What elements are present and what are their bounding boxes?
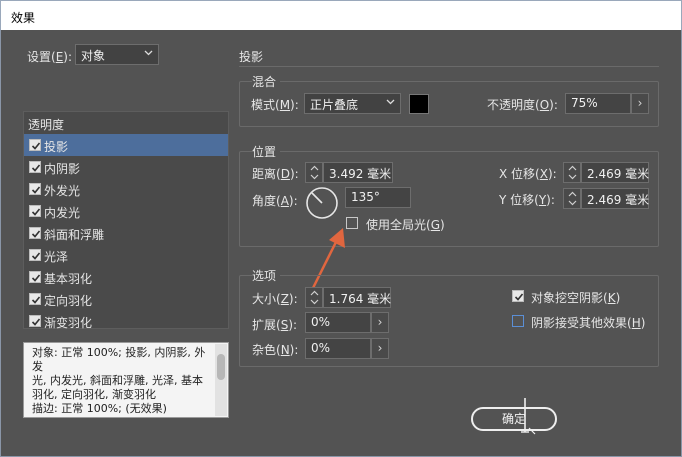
effects-dialog: 设置(E): 对象 透明度 投影 内阴影 外发光 内发光 斜面和浮雕 光泽 基本… (0, 30, 682, 457)
text-cursor-icon (521, 398, 536, 435)
effects-list: 透明度 投影 内阴影 外发光 内发光 斜面和浮雕 光泽 基本羽化 定向羽化 渐变… (23, 111, 229, 332)
checkbox[interactable] (29, 205, 41, 217)
distance-label: 距离(D): (252, 167, 299, 181)
chevron-right-icon: › (377, 341, 383, 355)
list-item-bevel-emboss[interactable]: 斜面和浮雕 (24, 222, 228, 244)
summary-scrollbar[interactable] (215, 344, 227, 416)
summary-line: 羽化, 定向羽化, 渐变羽化 (32, 388, 156, 401)
chevron-right-icon: › (377, 315, 383, 329)
chevron-down-icon (144, 50, 153, 56)
spread-popup-button[interactable]: › (371, 312, 389, 333)
settings-label: 设置(E): (27, 50, 73, 64)
list-item-inner-shadow[interactable]: 内阴影 (24, 156, 228, 178)
y-offset-field[interactable]: 2.469 毫米 (581, 188, 649, 209)
size-label: 大小(Z): (252, 292, 298, 306)
opacity-field[interactable]: 75% (565, 93, 631, 114)
shadow-color-swatch[interactable] (409, 94, 429, 114)
checkmark-icon (514, 293, 524, 301)
honor-effects-label[interactable]: 阴影接受其他效果(H) (531, 314, 645, 331)
checkbox[interactable] (29, 183, 41, 195)
spread-label: 扩展(S): (252, 318, 298, 332)
checkbox[interactable] (29, 227, 41, 239)
chevron-down-icon (386, 99, 395, 105)
position-group-title: 位置 (252, 143, 281, 160)
knockout-checkbox[interactable] (512, 290, 524, 302)
noise-label: 杂色(N): (252, 343, 299, 357)
blend-mode-select[interactable]: 正片叠底 (304, 93, 401, 114)
list-item-basic-feather[interactable]: 基本羽化 (24, 266, 228, 288)
checkbox[interactable] (29, 139, 41, 151)
list-item-gradient-feather[interactable]: 渐变羽化 (24, 310, 228, 332)
checkbox[interactable] (29, 249, 41, 261)
settings-select[interactable]: 对象 (75, 44, 159, 65)
y-offset-label: Y 位移(Y): (499, 193, 555, 207)
section-title: 投影 (239, 50, 264, 64)
opacity-label: 不透明度(O): (487, 98, 558, 112)
blend-mode-value: 正片叠底 (310, 98, 359, 112)
summary-line: 描边: 正常 100%; (无效果) (32, 402, 167, 415)
angle-field[interactable]: 135° (345, 187, 411, 208)
size-field[interactable]: 1.764 毫米 (323, 287, 391, 308)
stepper-arrows-icon (310, 290, 319, 305)
global-light-label[interactable]: 使用全局光(G) (366, 216, 445, 233)
chevron-right-icon: › (637, 96, 643, 110)
y-offset-stepper[interactable] (563, 188, 581, 209)
summary-line: 光, 内发光, 斜面和浮雕, 光泽, 基本 (32, 374, 203, 387)
honor-effects-checkbox[interactable] (512, 315, 524, 327)
list-item-drop-shadow[interactable]: 投影 (24, 134, 228, 156)
opacity-popup-button[interactable]: › (631, 93, 649, 114)
checkbox[interactable] (29, 271, 41, 283)
checkbox[interactable] (29, 315, 41, 327)
checkbox[interactable] (29, 161, 41, 173)
angle-dial[interactable] (305, 186, 339, 220)
list-item-inner-glow[interactable]: 内发光 (24, 200, 228, 222)
x-offset-label: X 位移(X): (499, 167, 557, 181)
blend-group-title: 混合 (252, 73, 281, 90)
stepper-arrows-icon (568, 165, 577, 180)
window-title: 效果 (11, 11, 36, 25)
noise-field[interactable]: 0% (305, 338, 371, 359)
settings-select-value: 对象 (81, 49, 106, 63)
summary-line: 对象: 正常 100%; 投影, 内阴影, 外发 (32, 346, 206, 373)
effects-summary: 对象: 正常 100%; 投影, 内阴影, 外发 光, 内发光, 斜面和浮雕, … (23, 342, 229, 418)
divider (239, 66, 659, 67)
options-group-title: 选项 (252, 267, 281, 284)
stepper-arrows-icon (310, 165, 319, 180)
title-bar: 效果 (0, 0, 682, 30)
list-item-satin[interactable]: 光泽 (24, 244, 228, 266)
spread-field[interactable]: 0% (305, 312, 371, 333)
noise-popup-button[interactable]: › (371, 338, 389, 359)
list-item-transparency[interactable]: 透明度 (24, 112, 228, 134)
stepper-arrows-icon (568, 191, 577, 206)
size-stepper[interactable] (305, 287, 323, 308)
knockout-label[interactable]: 对象挖空阴影(K) (531, 289, 620, 306)
distance-field[interactable]: 3.492 毫米 (323, 162, 393, 183)
checkbox[interactable] (29, 293, 41, 305)
blend-mode-label: 模式(M): (251, 98, 299, 112)
x-offset-stepper[interactable] (563, 162, 581, 183)
distance-stepper[interactable] (305, 162, 323, 183)
x-offset-field[interactable]: 2.469 毫米 (581, 162, 649, 183)
scrollbar-thumb[interactable] (217, 354, 225, 380)
list-item-outer-glow[interactable]: 外发光 (24, 178, 228, 200)
ok-button[interactable]: 确定 (471, 407, 557, 431)
list-item-directional-feather[interactable]: 定向羽化 (24, 288, 228, 310)
angle-label: 角度(A): (252, 194, 298, 208)
